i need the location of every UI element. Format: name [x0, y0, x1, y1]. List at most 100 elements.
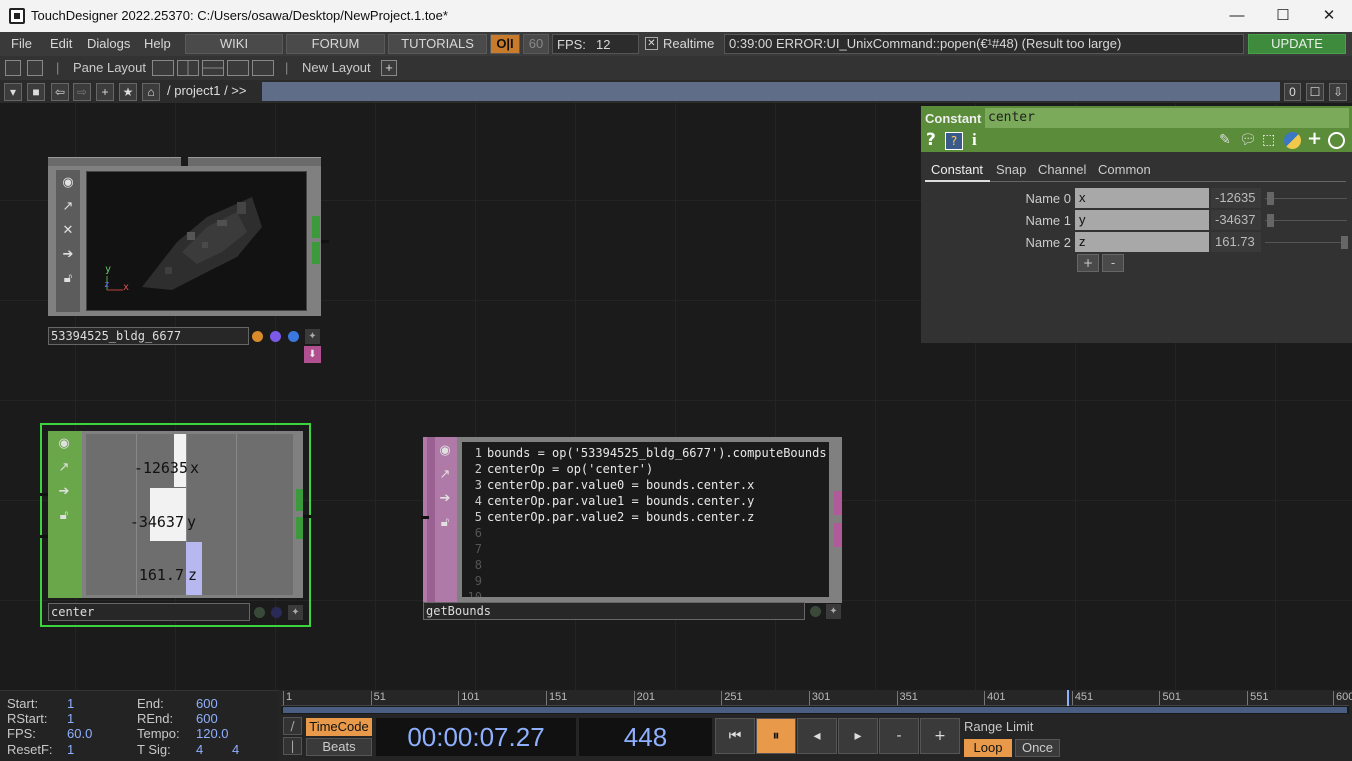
pin-icon[interactable]: ✦ — [826, 604, 841, 619]
pause-icon[interactable]: ⏸︎ — [756, 718, 796, 754]
viewer-icon[interactable]: ◉ — [436, 442, 454, 460]
output-flag[interactable] — [296, 517, 303, 539]
activity-icon[interactable]: ↗ — [436, 466, 454, 484]
output-connector[interactable] — [303, 515, 311, 518]
getbounds-node-name[interactable]: getBounds — [423, 602, 805, 620]
operator-name-field[interactable]: center — [985, 108, 1349, 128]
render-flag[interactable] — [252, 331, 263, 342]
param-name1-field[interactable]: y — [1075, 210, 1209, 230]
activity-icon[interactable]: ↗ — [59, 198, 77, 216]
fps-cap-field[interactable]: 60 — [523, 34, 549, 54]
template-flag[interactable] — [270, 331, 281, 342]
viewer-icon[interactable]: ◉ — [55, 435, 73, 453]
step-forward-icon[interactable]: ▸ — [838, 718, 878, 754]
remove-row-button[interactable]: - — [1102, 254, 1124, 272]
code-line[interactable]: 1 bounds = op('53394525_bldg_6677').compu… — [462, 445, 829, 461]
code-line[interactable]: 6 — [462, 525, 829, 541]
python-comp-icon[interactable]: ⬇ — [304, 346, 321, 363]
timecode-toggle[interactable]: TimeCode — [306, 718, 372, 736]
geo-node-body[interactable]: ◉ ↗ ✕ ➔ 🔓︎ y x z — [48, 166, 329, 316]
center-node-name[interactable]: center — [48, 603, 250, 621]
param-value1-slider-handle[interactable] — [1267, 214, 1274, 227]
timecode-display[interactable]: 00:00:07.27 — [376, 718, 576, 756]
rewind-icon[interactable]: ⏮︎ — [715, 718, 755, 754]
help-icon[interactable]: ? — [926, 130, 936, 150]
output-flag[interactable] — [834, 523, 842, 547]
tab-constant[interactable]: Constant — [931, 162, 983, 177]
playhead[interactable] — [1066, 690, 1069, 706]
getbounds-node[interactable]: ◉ ↗ ➔ 🔓︎ 1 bounds = op('53394525_bldg_667… — [421, 437, 842, 603]
output-flag[interactable] — [312, 216, 320, 238]
stop-icon[interactable]: ■ — [27, 83, 45, 101]
menu-help[interactable]: Help — [144, 36, 171, 51]
realtime-checkbox[interactable]: ✕ — [645, 37, 658, 50]
bypass-icon[interactable]: ✕ — [59, 222, 77, 240]
chop-viewer[interactable]: -12635 x -34637 y 161.7 z — [86, 434, 293, 595]
timeline-ruler[interactable]: 1 51 101 151 201 251 301 351 401 451 501 551 600 — [281, 690, 1352, 706]
comment-icon[interactable]: 💬︎ — [1239, 132, 1257, 148]
pane-split-icon[interactable]: ⇩ — [1329, 83, 1347, 101]
render-flag[interactable] — [254, 607, 265, 618]
input-connector[interactable] — [40, 493, 48, 496]
fps-value[interactable]: 60.0 — [67, 726, 92, 741]
ship-icon[interactable] — [27, 60, 43, 76]
once-button[interactable]: Once — [1015, 739, 1060, 757]
layout-split-vertical-icon[interactable] — [177, 60, 199, 76]
code-line[interactable]: 7 — [462, 541, 829, 557]
network-path[interactable]: / project1 / >> — [167, 83, 247, 98]
minus-button[interactable]: - — [879, 718, 919, 754]
loop-button[interactable]: Loop — [964, 739, 1012, 757]
home-icon[interactable]: ⌂ — [142, 83, 160, 101]
menu-dialogs[interactable]: Dialogs — [87, 36, 130, 51]
center-node[interactable]: ◉ ↗ ➔ 🔓︎ -12635 x -34637 y 161.7 z cente… — [40, 423, 311, 627]
network-editor[interactable]: ◉ ↗ ✕ ➔ 🔓︎ y x z 53394525_bldg_6677 ✦ ⬇ … — [0, 103, 1352, 690]
layout-split-horizontal-icon[interactable] — [202, 60, 224, 76]
range-bar[interactable] — [283, 707, 1347, 713]
param-name0-field[interactable]: x — [1075, 188, 1209, 208]
plus-button[interactable]: + — [920, 718, 960, 754]
output-flag[interactable] — [312, 242, 320, 264]
param-value0-slider-handle[interactable] — [1267, 192, 1274, 205]
code-viewer[interactable]: 1 bounds = op('53394525_bldg_6677').compu… — [462, 442, 829, 597]
frame-display[interactable]: 448 — [579, 718, 712, 756]
layout-quad-icon[interactable] — [252, 60, 274, 76]
tab-snap[interactable]: Snap — [996, 162, 1026, 177]
beats-toggle[interactable]: Beats — [306, 738, 372, 756]
param-value2-slider-track[interactable] — [1265, 242, 1347, 243]
chevron-down-icon[interactable]: ▾ — [4, 83, 22, 101]
menu-file[interactable]: File — [11, 36, 32, 51]
input-connector[interactable] — [40, 535, 48, 538]
display-arrow-icon[interactable]: ➔ — [55, 483, 73, 501]
edit-icon[interactable]: ⬚ — [1262, 132, 1275, 148]
new-layout-plus-button[interactable]: + — [381, 60, 397, 76]
param-name2-field[interactable]: z — [1075, 232, 1209, 252]
bar-icon[interactable]: | — [283, 737, 302, 755]
layout-single-icon[interactable] — [152, 60, 174, 76]
oi-button[interactable]: O|I — [490, 34, 520, 54]
display-arrow-icon[interactable]: ➔ — [59, 246, 77, 264]
update-button[interactable]: UPDATE — [1248, 34, 1346, 54]
input-connector[interactable] — [421, 516, 429, 519]
pin-icon[interactable]: ✦ — [305, 329, 320, 344]
output-flag[interactable] — [834, 491, 842, 515]
tempo-value[interactable]: 120.0 — [196, 726, 229, 741]
render-flag[interactable] — [810, 606, 821, 617]
param-value1-slider-track[interactable] — [1265, 220, 1347, 221]
activity-icon[interactable]: ↗ — [55, 459, 73, 477]
param-value1-field[interactable]: -34637 — [1211, 210, 1261, 230]
target-icon[interactable] — [1328, 132, 1345, 149]
code-line[interactable]: 5 centerOp.par.value2 = bounds.center.z — [462, 509, 829, 525]
code-line[interactable]: 9 — [462, 573, 829, 589]
display-arrow-icon[interactable]: ➔ — [436, 490, 454, 508]
tsig-numerator[interactable]: 4 — [196, 742, 203, 757]
param-value0-slider-track[interactable] — [1265, 198, 1347, 199]
param-value2-field[interactable]: 161.73 — [1211, 232, 1261, 252]
add-icon[interactable]: + — [1307, 128, 1322, 149]
display-flag[interactable] — [288, 331, 299, 342]
display-flag[interactable] — [271, 607, 282, 618]
wiki-button[interactable]: WIKI — [185, 34, 283, 54]
timeline-track[interactable] — [281, 706, 1349, 714]
output-flag[interactable] — [296, 489, 303, 511]
viewer-icon[interactable]: ◉ — [59, 174, 77, 192]
lock-icon[interactable]: 🔓︎ — [59, 270, 77, 288]
